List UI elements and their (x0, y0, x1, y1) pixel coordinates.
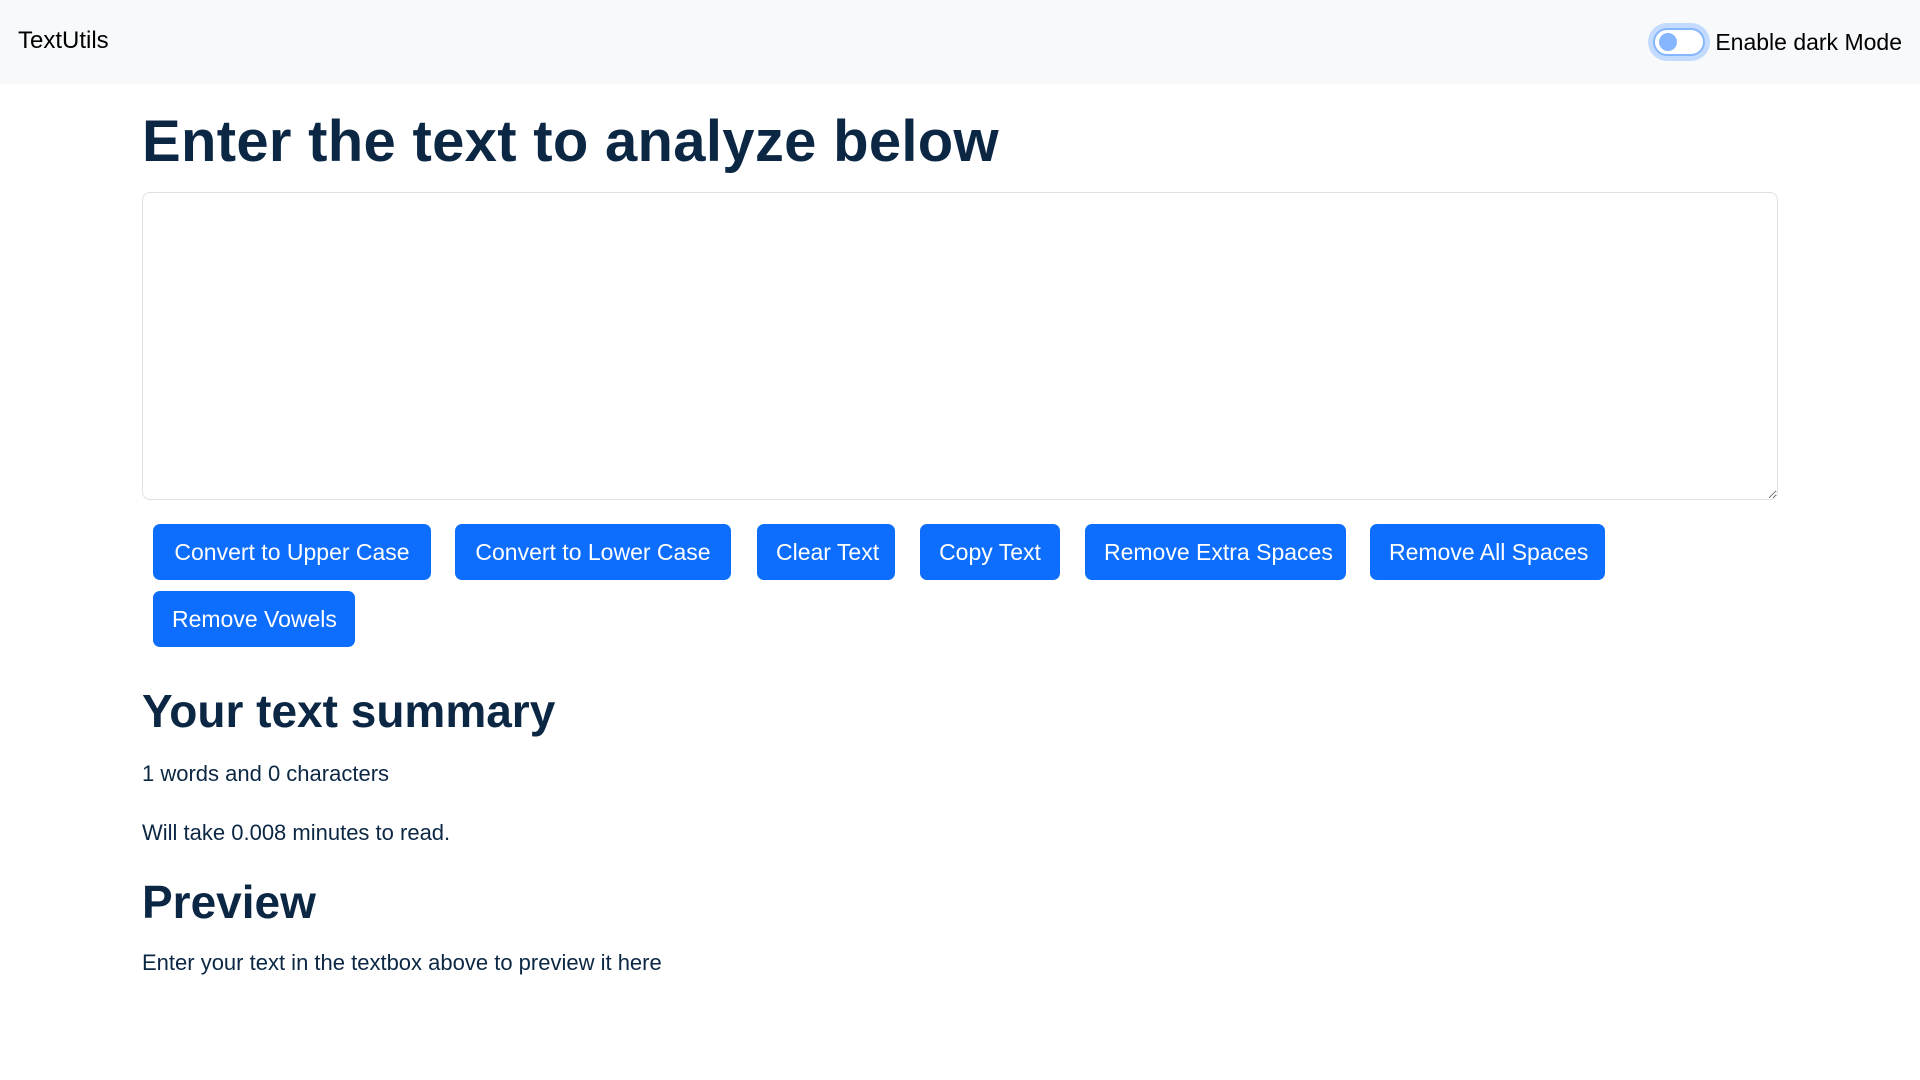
navbar: TextUtils Enable dark Mode (0, 0, 1920, 84)
brand-link[interactable]: TextUtils (18, 24, 109, 58)
remove-all-spaces-button[interactable]: Remove All Spaces (1370, 524, 1605, 580)
dark-mode-label[interactable]: Enable dark Mode (1715, 29, 1902, 56)
text-input[interactable] (142, 192, 1778, 500)
preview-text: Enter your text in the textbox above to … (142, 950, 662, 975)
remove-extra-spaces-button[interactable]: Remove Extra Spaces (1085, 524, 1346, 580)
word-character-count: 1 words and 0 characters (142, 761, 390, 786)
summary-heading: Your text summary (142, 685, 556, 737)
preview-heading: Preview (142, 876, 316, 928)
toggle-knob-icon (1659, 33, 1678, 51)
dark-mode-switch-group: Enable dark Mode (1653, 22, 1902, 62)
convert-upper-case-button[interactable]: Convert to Upper Case (153, 524, 431, 580)
copy-text-button[interactable]: Copy Text (920, 524, 1060, 580)
convert-lower-case-button[interactable]: Convert to Lower Case (455, 524, 731, 580)
page-title: Enter the text to analyze below (142, 109, 999, 174)
clear-text-button[interactable]: Clear Text (757, 524, 895, 580)
remove-vowels-button[interactable]: Remove Vowels (153, 591, 355, 647)
read-time: Will take 0.008 minutes to read. (142, 820, 451, 845)
dark-mode-toggle[interactable] (1653, 28, 1706, 56)
